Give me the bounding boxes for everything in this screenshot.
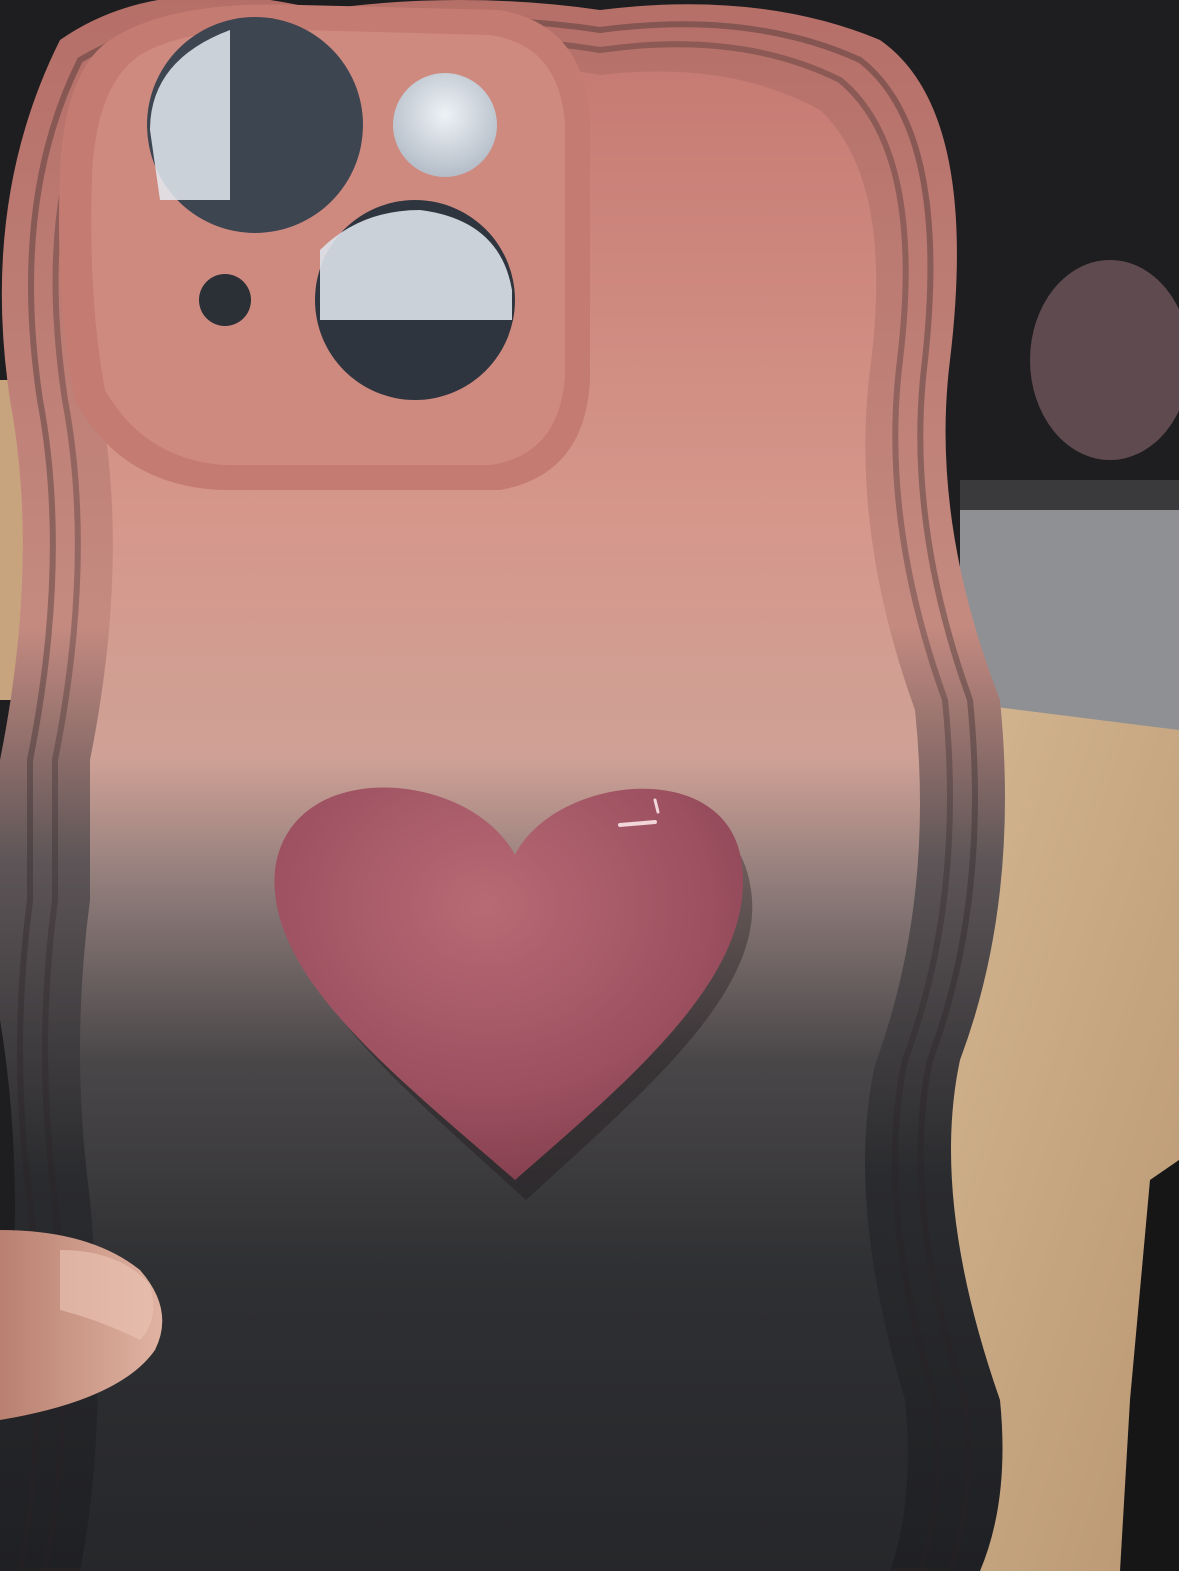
flash-cutout (393, 73, 497, 177)
monitor-frame (960, 480, 1179, 510)
microphone-cutout (199, 274, 251, 326)
phone-case-photo (0, 0, 1179, 1571)
